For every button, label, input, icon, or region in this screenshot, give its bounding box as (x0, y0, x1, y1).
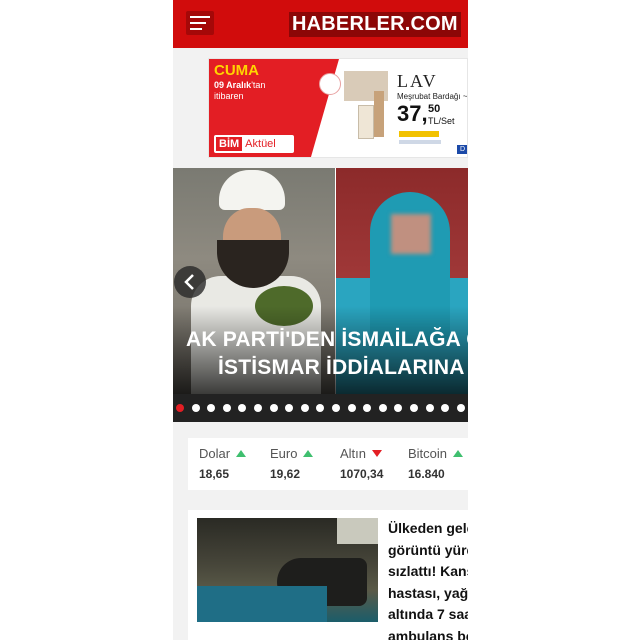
slider-dot[interactable] (410, 404, 418, 412)
ad-partner-logos (399, 140, 441, 144)
currency-value: 1070,34 (340, 467, 384, 481)
trend-down-icon (372, 450, 383, 457)
chevron-left-icon (184, 274, 194, 290)
slider-prev-button[interactable] (174, 266, 206, 298)
slider-pagination (173, 394, 468, 422)
currency-name: Euro (270, 446, 340, 461)
slider-dot[interactable] (191, 404, 200, 412)
slider-dot[interactable] (207, 404, 216, 412)
slider-dot[interactable] (222, 404, 231, 412)
site-header: HABERLER.COM (173, 0, 468, 48)
ad-product-image (344, 71, 388, 141)
slider-dot[interactable] (238, 404, 247, 412)
ad-badge-icon (319, 73, 341, 95)
news-card[interactable]: Ülkeden gele görüntü yüre sızlattı! Kans… (188, 510, 468, 640)
slide-title[interactable]: AK PARTİ'DEN İSMAİLAĞA CEMAATİ İSTİSMAR … (186, 326, 468, 382)
slider-dot[interactable] (441, 404, 450, 412)
currency-name: Dolar (199, 446, 269, 461)
slider-dot[interactable] (176, 404, 184, 412)
slider-dot[interactable] (378, 404, 387, 412)
slider-dot[interactable] (300, 404, 309, 412)
currency-name: Bitcoin (408, 446, 468, 461)
currency-name: Altın (340, 446, 410, 461)
advertisement-banner[interactable]: CUMA 09 Aralık'tan itibaren BİM Aktüel LA… (208, 58, 468, 158)
slider-dot[interactable] (269, 404, 278, 412)
currency-value: 16.840 (408, 467, 445, 481)
trend-up-icon (453, 450, 464, 457)
ad-price-unit: TL/Set (428, 116, 455, 126)
ad-product-name: Meşrubat Bardağı ~3 (397, 92, 468, 101)
ad-day: CUMA (214, 62, 259, 79)
ad-store-logo: BİM Aktüel (214, 135, 294, 153)
headline-slider[interactable]: AK PARTİ'DEN İSMAİLAĞA CEMAATİ İSTİSMAR … (173, 168, 468, 422)
currency-item-bitcoin[interactable]: Bitcoin 16.840 (408, 446, 468, 481)
site-logo[interactable]: HABERLER.COM (289, 12, 461, 37)
currency-ticker: Dolar 18,65 Euro 19,62 Altın 1070,34 Bitcoin 16… (188, 438, 468, 490)
slider-dot[interactable] (425, 404, 434, 412)
trend-up-icon (303, 450, 314, 457)
slider-dot[interactable] (285, 404, 294, 412)
news-thumbnail[interactable] (197, 518, 378, 622)
slide-title-line1: AK PARTİ'DEN İSMAİLAĞA CEMAATİ (186, 328, 468, 351)
slider-dot[interactable] (456, 404, 465, 412)
slider-dot[interactable] (363, 404, 372, 412)
ad-date: 09 Aralık'tan itibaren (214, 80, 266, 101)
currency-value: 18,65 (199, 467, 230, 481)
news-headline[interactable]: Ülkeden gele görüntü yüre sızlattı! Kans… (388, 518, 468, 640)
slide-title-line2: İSTİSMAR İDDİALARINA İLK Y (218, 356, 468, 379)
slider-dot[interactable] (394, 404, 403, 412)
ad-more-button[interactable]: D (457, 145, 467, 154)
ad-price-cents: 50 (428, 103, 441, 115)
currency-item-dolar[interactable]: Dolar 18,65 (199, 446, 269, 481)
slider-dot[interactable] (347, 404, 356, 412)
ad-price: 37, (397, 101, 428, 126)
phone-viewport: HABERLER.COM CUMA 09 Aralık'tan itibaren … (173, 0, 468, 640)
currency-item-euro[interactable]: Euro 19,62 (270, 446, 340, 481)
slider-dot[interactable] (332, 404, 340, 412)
ad-brand: LAV (397, 71, 438, 91)
ad-store-suffix: Aktüel (245, 138, 276, 150)
ad-store-name: BİM (216, 137, 243, 151)
currency-item-altın[interactable]: Altın 1070,34 (340, 446, 410, 481)
trend-up-icon (236, 450, 247, 457)
hamburger-menu-icon[interactable] (186, 11, 214, 35)
slider-dot[interactable] (316, 404, 325, 412)
slider-dot[interactable] (254, 404, 262, 412)
currency-value: 19,62 (270, 467, 301, 481)
ad-tag (399, 131, 439, 137)
